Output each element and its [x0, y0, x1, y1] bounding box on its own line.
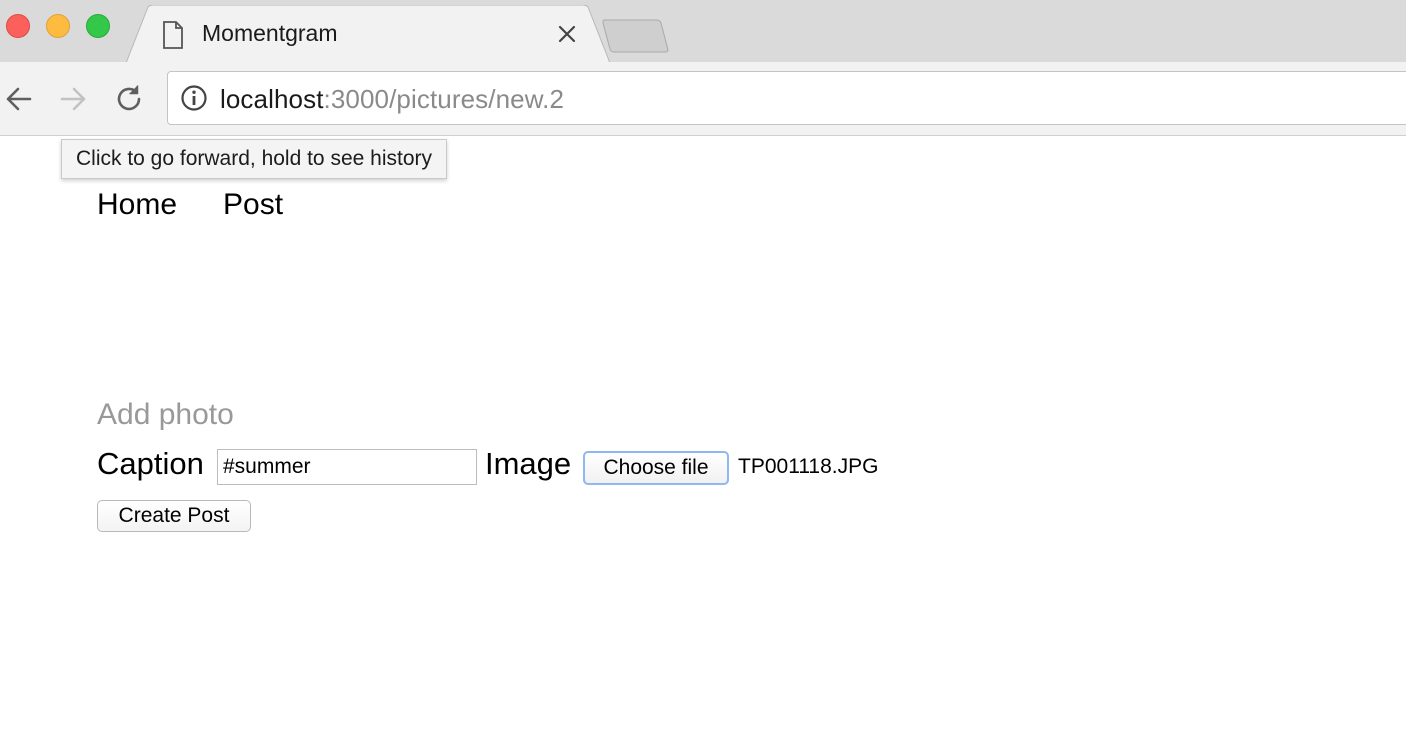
page-icon — [162, 21, 184, 54]
create-post-button[interactable]: Create Post — [97, 500, 251, 532]
nav-link-post[interactable]: Post — [223, 188, 283, 222]
address-bar[interactable]: localhost:3000/pictures/new.2 — [167, 71, 1406, 125]
arrow-left-icon[interactable] — [2, 82, 36, 116]
browser-toolbar: localhost:3000/pictures/new.2 — [0, 62, 1406, 136]
reload-icon[interactable] — [112, 82, 146, 116]
close-window-button[interactable] — [6, 14, 30, 38]
nav-link-home[interactable]: Home — [97, 188, 177, 222]
caption-label: Caption — [97, 446, 204, 481]
tab-strip: Momentgram — [0, 0, 1406, 63]
tab-shape — [126, 5, 610, 63]
info-icon[interactable] — [180, 84, 208, 117]
tab-momentgram[interactable]: Momentgram — [126, 5, 610, 63]
url-text: localhost:3000/pictures/new.2 — [220, 84, 564, 115]
caption-input[interactable] — [217, 449, 477, 485]
new-tab-button[interactable] — [602, 18, 670, 59]
minimize-window-button[interactable] — [46, 14, 70, 38]
choose-file-button[interactable]: Choose file — [583, 451, 729, 485]
url-path: :3000/pictures/new.2 — [323, 84, 565, 114]
maximize-window-button[interactable] — [86, 14, 110, 38]
arrow-right-icon[interactable] — [56, 82, 90, 116]
url-host: localhost — [220, 84, 324, 114]
page-heading: Add photo — [97, 398, 234, 431]
tab-title: Momentgram — [202, 20, 338, 46]
image-label: Image — [485, 446, 572, 481]
selected-file-name: TP001118.JPG — [738, 455, 879, 478]
forward-tooltip: Click to go forward, hold to see history — [61, 139, 447, 179]
close-icon[interactable] — [556, 23, 578, 45]
